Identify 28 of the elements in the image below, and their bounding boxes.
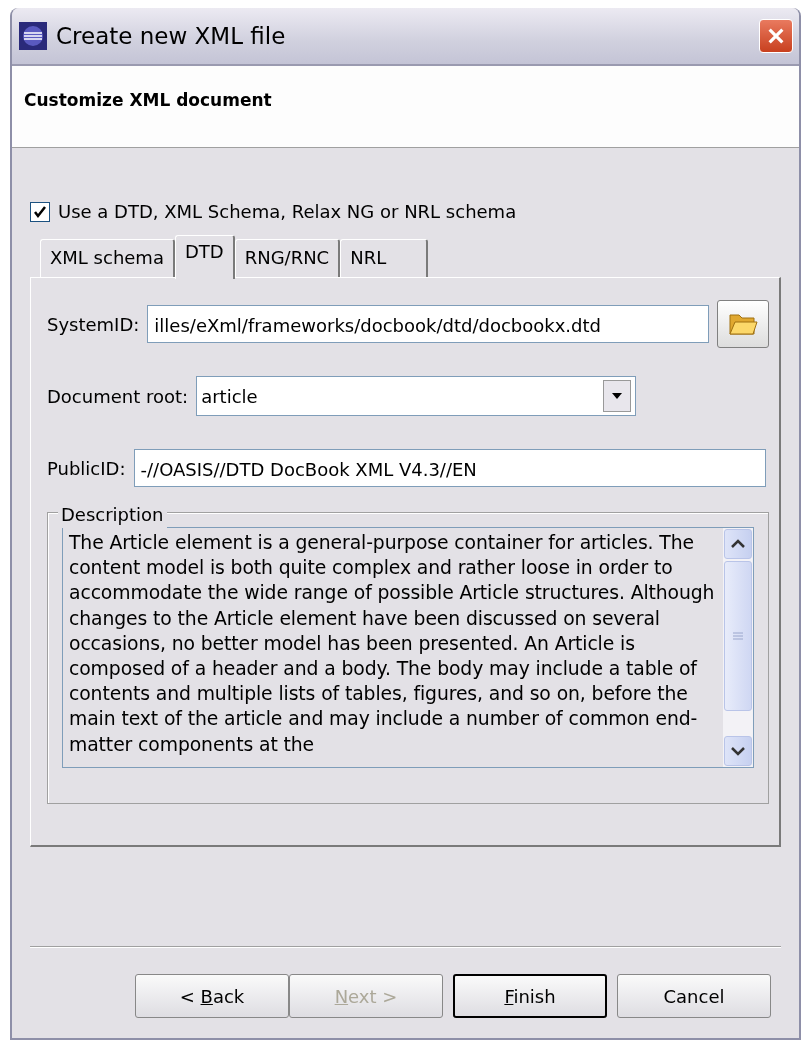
close-button[interactable] [759,19,793,53]
page-title: Customize XML document [24,89,273,112]
window-title: Create new XML file [56,21,287,51]
app-icon [18,21,48,51]
field-label: PublicID: [47,456,126,481]
field-label: Document root: [47,384,189,409]
scroll-up-icon[interactable] [731,539,745,549]
checkbox-label: Use a DTD, XML Schema, Relax NG or NRL schema [58,200,517,224]
scrollbar[interactable] [723,528,753,767]
grip-icon [733,632,743,640]
tab[interactable]: XML schema [40,239,175,277]
scroll-down-icon[interactable] [731,746,745,756]
tab[interactable]: RNG/RNC [234,239,341,277]
field-label: SystemID: [47,312,140,337]
button: Next > [289,974,443,1018]
button[interactable]: Cancel [617,974,771,1018]
combo-box[interactable]: article [196,376,637,416]
tab[interactable]: NRL [340,239,429,277]
tab[interactable]: DTD [174,235,235,279]
button[interactable]: < Back [135,974,289,1018]
button[interactable]: Finish [453,974,607,1018]
description-text: The Article element is a general-purpose container for articles. The content model is both quite complex and rather loose in order to accommodate the wide range of possible Article structures. Although changes to the Article element have been discussed on several occasions, no better model has been presented. An Article is composed of a header and a body. The body may include a table of contents and multiple lists of tables, figures, and so on, before the main text of the article and may include a number of common end-matter components at the [68,531,716,757]
checkbox[interactable] [30,201,50,222]
folder-icon [728,311,758,337]
dropdown-arrow-icon [611,392,624,400]
input-field[interactable]: illes/eXml/frameworks/docbook/dtd/docbookx.dtd [147,305,709,343]
input-field[interactable]: -//OASIS//DTD DocBook XML V4.3//EN [133,449,766,487]
browse-button[interactable] [717,300,769,348]
